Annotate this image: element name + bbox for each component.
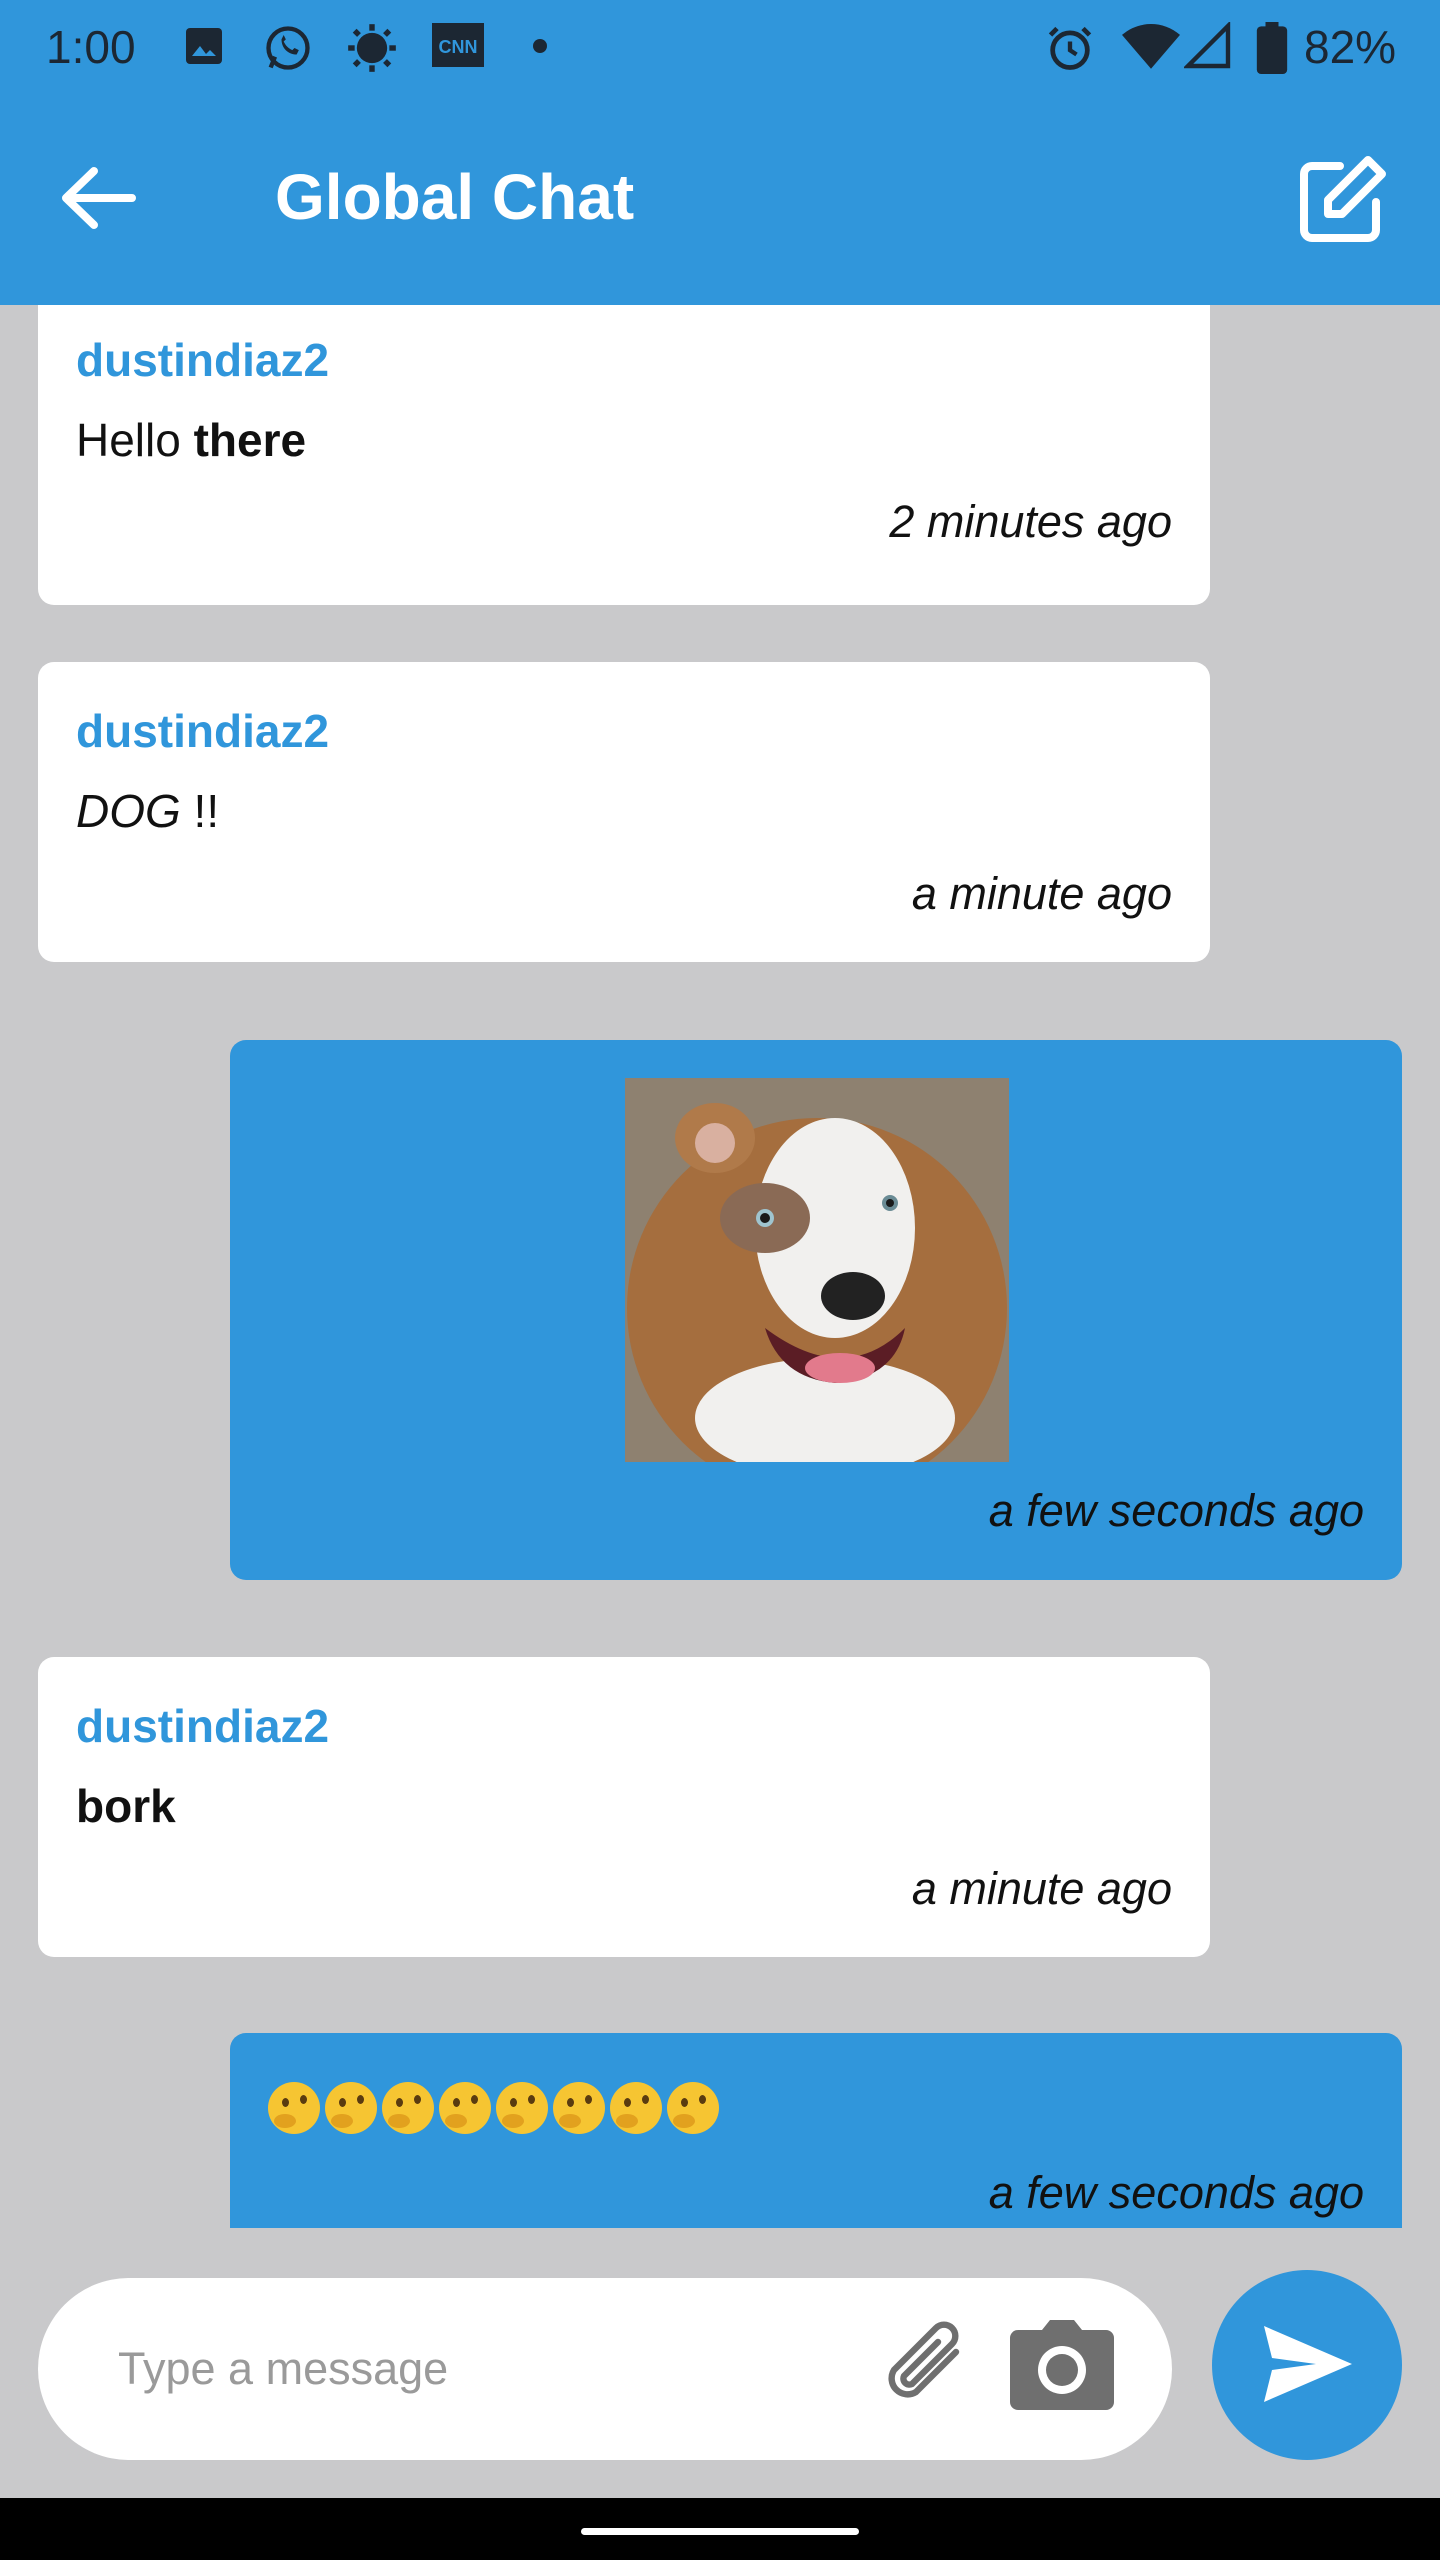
edit-icon[interactable] — [1296, 154, 1388, 246]
message-text-plain: !! — [180, 785, 220, 837]
message-text: bork — [76, 1779, 176, 1833]
message-bubble: dustindiaz2 DOG !! a minute ago — [38, 662, 1210, 962]
message-text: DOG !! — [76, 784, 219, 838]
system-nav-bar — [0, 2498, 1440, 2560]
message-text: Hello there — [76, 413, 306, 467]
thinking-face-emoji — [268, 2081, 320, 2134]
home-gesture-handle[interactable] — [581, 2528, 859, 2535]
send-button[interactable] — [1212, 2270, 1402, 2460]
dog-photo[interactable] — [625, 1078, 1009, 1462]
message-time: a minute ago — [911, 1863, 1172, 1914]
message-text-bold: bork — [76, 1780, 176, 1832]
message-input[interactable] — [116, 2328, 880, 2410]
page-title: Global Chat — [275, 161, 635, 233]
message-text-plain: Hello — [76, 414, 194, 466]
thinking-face-emoji — [496, 2081, 548, 2134]
message-time: a few seconds ago — [988, 2167, 1364, 2218]
thinking-face-emoji — [382, 2081, 434, 2134]
battery-percent: 82% — [1304, 21, 1397, 73]
message-time: 2 minutes ago — [889, 496, 1172, 547]
dot-icon — [533, 39, 547, 53]
thinking-face-emoji — [610, 2081, 662, 2134]
camera-icon[interactable] — [1006, 2318, 1118, 2414]
thinking-face-emoji — [667, 2081, 719, 2134]
message-username[interactable]: dustindiaz2 — [76, 704, 329, 758]
status-bar: 1:00 CNN 82% — [0, 0, 1440, 92]
message-bubble: dustindiaz2 Hello there 2 minutes ago — [38, 305, 1210, 605]
wifi-icon — [1122, 24, 1180, 69]
message-composer — [38, 2278, 1172, 2460]
message-username[interactable]: dustindiaz2 — [76, 1699, 329, 1753]
image-icon — [186, 28, 222, 64]
signal-icon — [1184, 22, 1231, 69]
message-text-italic: DOG — [76, 785, 181, 837]
thinking-face-emoji — [325, 2081, 377, 2134]
svg-text:CNN: CNN — [439, 37, 478, 57]
message-time: a few seconds ago — [988, 1485, 1364, 1536]
cnn-icon: CNN — [432, 23, 484, 67]
thinking-face-emoji — [439, 2081, 491, 2134]
app-bar: Global Chat — [0, 92, 1440, 305]
battery-icon — [1256, 22, 1288, 74]
message-time: a minute ago — [911, 868, 1172, 919]
status-time: 1:00 — [46, 21, 136, 73]
message-list[interactable]: dustindiaz2 Hello there 2 minutes ago du… — [0, 305, 1440, 2228]
message-bubble: a few seconds ago — [230, 2033, 1402, 2228]
alarm-icon — [1048, 26, 1092, 70]
send-icon — [1264, 2326, 1352, 2402]
message-text-bold: there — [193, 414, 307, 466]
arrow-left-icon[interactable] — [60, 167, 136, 229]
paperclip-icon[interactable] — [876, 2316, 976, 2416]
message-bubble: dustindiaz2 bork a minute ago — [38, 1657, 1210, 1957]
message-emojis — [268, 2077, 724, 2134]
message-username[interactable]: dustindiaz2 — [76, 333, 329, 387]
settings-sun-icon — [348, 24, 396, 72]
whatsapp-icon — [266, 26, 310, 70]
thinking-face-emoji — [553, 2081, 605, 2134]
message-bubble: a few seconds ago — [230, 1040, 1402, 1580]
